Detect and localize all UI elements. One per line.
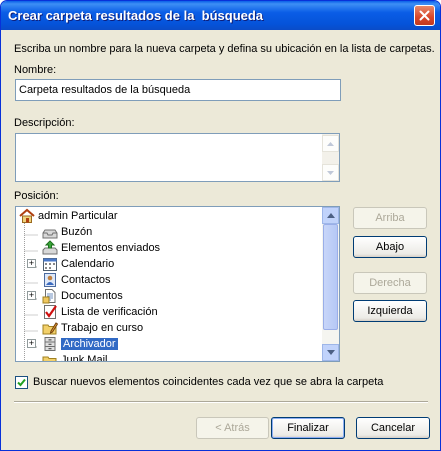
description-textarea[interactable] (15, 133, 340, 182)
name-input[interactable] (15, 79, 341, 101)
tree-item-admin-particular[interactable]: admin Particular (19, 208, 117, 224)
tree-item-calendario[interactable]: Calendario (42, 256, 114, 272)
tree-item-lista-de-verificacion[interactable]: Lista de verificación (42, 304, 158, 320)
scroll-up-button[interactable] (322, 135, 339, 152)
tree-item-archivador[interactable]: Archivador (42, 336, 118, 352)
inbox-icon (42, 224, 58, 240)
tree-item-elementos-enviados[interactable]: Elementos enviados (42, 240, 160, 256)
sent-items-icon (42, 240, 58, 256)
documents-icon (42, 288, 58, 304)
chevron-up-icon (326, 213, 335, 218)
folder-tree[interactable]: admin Particular Buzón Elementos enviado… (15, 206, 340, 362)
tree-scroll-thumb[interactable] (323, 224, 338, 330)
tree-item-label: Buzón (61, 226, 93, 238)
chevron-down-icon (326, 350, 335, 355)
search-new-items-checkbox[interactable] (15, 376, 28, 389)
home-icon (19, 208, 35, 224)
move-right-button[interactable]: Derecha (353, 272, 427, 294)
description-scrollbar[interactable] (322, 134, 339, 181)
close-button[interactable] (414, 5, 435, 26)
name-label: Nombre: (14, 64, 57, 76)
scroll-down-button[interactable] (322, 164, 339, 181)
expand-documentos-toggle[interactable]: + (27, 291, 36, 300)
cancel-button[interactable]: Cancelar (356, 417, 430, 439)
tree-item-label: Documentos (61, 290, 123, 302)
tree-item-label: Lista de verificación (61, 306, 158, 318)
tree-scrollbar[interactable] (322, 207, 339, 361)
intro-text: Escriba un nombre para la nueva carpeta … (14, 43, 435, 55)
tree-item-documentos[interactable]: Documentos (42, 288, 123, 304)
junk-mail-icon (42, 352, 58, 361)
tree-item-label: Elementos enviados (61, 242, 161, 254)
checklist-icon (42, 304, 58, 320)
expand-archivador-toggle[interactable]: + (27, 339, 36, 348)
dialog-window: Crear carpeta resultados de la búsqueda … (0, 0, 441, 451)
tree-item-label: admin Particular (38, 210, 118, 222)
tree-scroll-down-button[interactable] (322, 344, 339, 361)
tree-item-buzon[interactable]: Buzón (42, 224, 92, 240)
title-bar[interactable]: Crear carpeta resultados de la búsqueda (1, 1, 440, 30)
tree-scroll-up-button[interactable] (322, 207, 339, 224)
tree-item-junk-mail[interactable]: Junk Mail (42, 352, 108, 362)
footer-separator (14, 401, 428, 403)
position-label: Posición: (14, 190, 59, 202)
tree-item-trabajo-en-curso[interactable]: Trabajo en curso (42, 320, 143, 336)
window-title: Crear carpeta resultados de la búsqueda (8, 8, 264, 23)
contacts-icon (42, 272, 58, 288)
tree-item-label: Junk Mail (61, 354, 108, 362)
close-icon (419, 10, 430, 21)
chevron-down-icon (327, 170, 334, 175)
finish-button[interactable]: Finalizar (271, 417, 345, 439)
tree-item-label: Contactos (61, 274, 111, 286)
expand-calendario-toggle[interactable]: + (27, 259, 36, 268)
chevron-up-icon (327, 141, 334, 146)
back-button[interactable]: < Atrás (196, 417, 269, 439)
tree-item-label: Trabajo en curso (61, 322, 144, 334)
search-new-items-label[interactable]: Buscar nuevos elementos coincidentes cad… (33, 376, 383, 388)
calendar-icon (42, 256, 58, 272)
tree-item-label: Archivador (61, 338, 118, 350)
move-left-button[interactable]: Izquierda (353, 300, 427, 322)
tree-item-label: Calendario (61, 258, 115, 270)
cabinet-icon (42, 336, 58, 352)
work-in-progress-icon (42, 320, 59, 336)
tree-item-contactos[interactable]: Contactos (42, 272, 111, 288)
description-label: Descripción: (14, 117, 75, 129)
checkmark-icon (17, 378, 26, 387)
dialog-body: Escriba un nombre para la nueva carpeta … (4, 30, 437, 448)
move-down-button[interactable]: Abajo (353, 236, 427, 258)
move-up-button[interactable]: Arriba (353, 207, 427, 229)
